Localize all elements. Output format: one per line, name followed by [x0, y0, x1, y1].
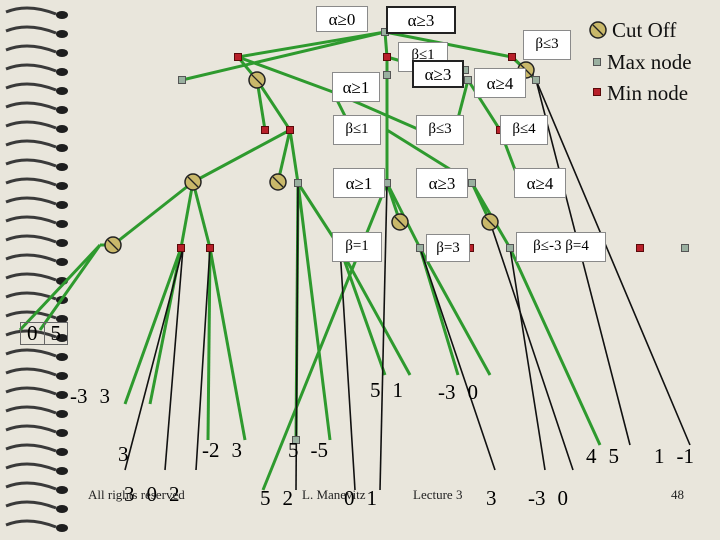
- tree-edge: [296, 182, 332, 441]
- min-node-marker: [177, 244, 185, 252]
- footer-author: L. Manevitz: [302, 487, 366, 502]
- leaf-value: 3: [118, 442, 129, 466]
- min-node-marker: [261, 126, 269, 134]
- footer-lecture: Lecture 3: [413, 487, 463, 502]
- alpha-ge-4-label: α≥4: [474, 68, 526, 98]
- beta-le-3-top-label: β≤3: [523, 30, 571, 60]
- beta-eq-1-label: β=1: [332, 232, 382, 262]
- leaf-value: -3: [70, 384, 88, 408]
- min-node-marker: [286, 126, 294, 134]
- leaf-value: 2: [282, 486, 294, 510]
- leaf-values-m3-0-b: -3 0: [522, 488, 574, 509]
- legend-cut-off: Cut Off: [612, 18, 677, 42]
- leaf-value: -2: [202, 438, 220, 462]
- alpha-ge-4-b-label: α≥4: [514, 168, 566, 198]
- leaf-value: 5: [370, 378, 381, 402]
- max-node-marker: [464, 76, 472, 84]
- leaf-value: 5: [44, 322, 68, 345]
- leaf-value: 3: [486, 486, 497, 510]
- leaf-value: 0: [557, 486, 569, 510]
- max-node-marker: [416, 244, 424, 252]
- leaf-values-m3-0-mid: -3 0: [432, 382, 484, 403]
- leaf-value: 1: [654, 444, 665, 468]
- leaf-value: 1: [392, 378, 404, 402]
- leaf-value: 5: [260, 486, 271, 510]
- max-node-marker: [178, 76, 186, 84]
- legend-min-node: Min node: [607, 81, 689, 105]
- leaf-value: 4: [586, 444, 597, 468]
- min-node-marker: [593, 88, 601, 96]
- leaf-values-m3-3: -3 3: [64, 386, 116, 407]
- beta-le-1-label: β≤1: [333, 115, 381, 145]
- beta-le-4-label: β≤4: [500, 115, 548, 145]
- tree-edge: [18, 243, 102, 332]
- leaf-value: -5: [310, 438, 329, 462]
- max-node-marker: [294, 179, 302, 187]
- alpha-ge-3-top-label: α≥3: [386, 6, 456, 34]
- tree-edge: [418, 247, 492, 376]
- max-node-marker: [383, 71, 391, 79]
- tree-edge-pruned: [535, 79, 631, 446]
- leaf-value: 3: [231, 438, 243, 462]
- beta-le-3-label: β≤3: [416, 115, 464, 145]
- leaf-values-1-m1: 1 -1: [648, 446, 700, 467]
- legend-max-node: Max node: [607, 50, 692, 74]
- tree-edge-pruned: [379, 182, 388, 491]
- tree-edge: [112, 180, 194, 247]
- tree-edge: [208, 247, 247, 441]
- max-node-marker: [532, 76, 540, 84]
- max-node-marker: [593, 58, 601, 66]
- tree-edge: [38, 244, 102, 331]
- min-node-marker: [383, 53, 391, 61]
- leaf-values-5-2: 52: [254, 488, 299, 509]
- alpha-ge-3-b-label: α≥3: [416, 168, 468, 198]
- tree-edge: [288, 129, 300, 184]
- footer-page-number: 48: [671, 487, 684, 502]
- max-node-marker: [468, 179, 476, 187]
- alpha-ge-1-label: α≥1: [332, 72, 380, 102]
- alpha-ge-1-b-label: α≥1: [333, 168, 385, 198]
- leaf-values-m2-3: -2 3: [196, 440, 248, 461]
- max-node-marker: [681, 244, 689, 252]
- min-node-marker: [508, 53, 516, 61]
- leaf-value: 5: [608, 444, 620, 468]
- leaf-value: 3: [99, 384, 111, 408]
- leaf-value: 0: [467, 380, 479, 404]
- leaf-value: -3: [528, 486, 546, 510]
- max-node-marker: [506, 244, 514, 252]
- leaf-values-4-5: 45: [580, 446, 625, 467]
- tree-edge-pruned: [535, 79, 691, 446]
- footer-rights: All rights reserved: [88, 487, 185, 502]
- leaf-values-5-1: 51: [364, 380, 409, 401]
- beta-eq-3-label: β=3: [426, 234, 470, 262]
- leaf-value: 0: [20, 322, 45, 345]
- leaf-values-5-m5: 5 -5: [282, 440, 334, 461]
- min-node-marker: [636, 244, 644, 252]
- tree-edge: [191, 181, 212, 249]
- min-node-marker: [234, 53, 242, 61]
- tree-edge: [338, 247, 412, 376]
- leaf-value: 5: [288, 438, 299, 462]
- leaf-values-3-b: 3: [480, 488, 503, 509]
- beta-le-m3-eq-4-label: β≤-3 β=4: [516, 232, 606, 262]
- leaf-value: -1: [676, 444, 695, 468]
- tree-edge-pruned: [509, 247, 546, 471]
- leaf-values-0-5: 05: [20, 322, 68, 345]
- min-node-marker: [206, 244, 214, 252]
- leaf-values-3: 3: [112, 444, 135, 465]
- alpha-ge-3-mid-label: α≥3: [412, 60, 464, 88]
- alpha-ge-0-label: α≥0: [316, 6, 368, 32]
- tree-edge-pruned: [419, 247, 496, 471]
- leaf-value: -3: [438, 380, 456, 404]
